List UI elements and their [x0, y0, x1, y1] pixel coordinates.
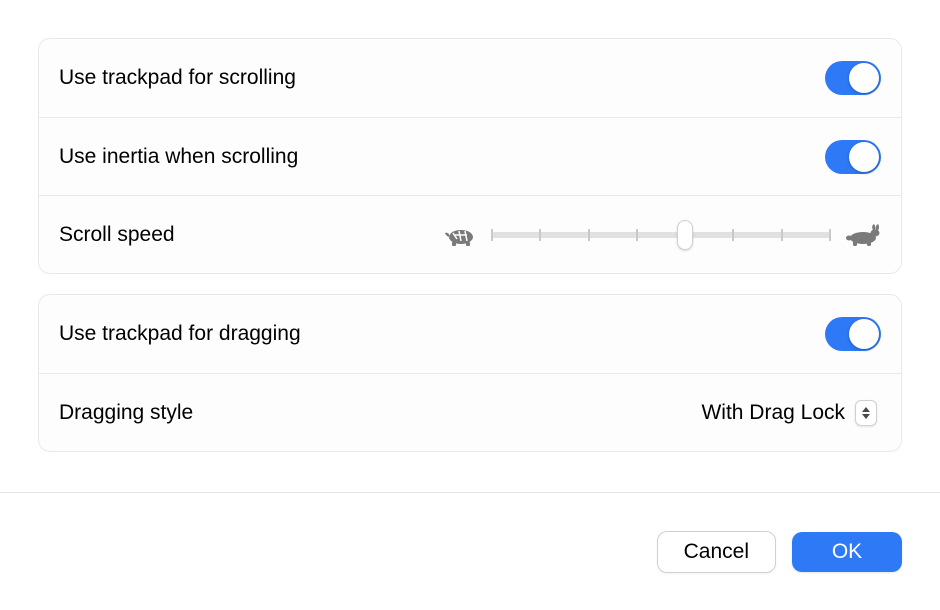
dragging-style-value: With Drag Lock	[701, 401, 845, 425]
cancel-button[interactable]: Cancel	[657, 531, 776, 573]
scroll-speed-slider[interactable]	[491, 220, 831, 250]
toggle-use-trackpad-dragging[interactable]	[825, 317, 881, 351]
toggle-use-trackpad-scrolling[interactable]	[825, 61, 881, 95]
scrolling-group: Use trackpad for scrolling Use inertia w…	[38, 38, 902, 274]
slider-thumb[interactable]	[677, 220, 693, 250]
slider-track	[491, 232, 831, 238]
row-inertia: Use inertia when scrolling	[39, 117, 901, 195]
row-use-trackpad-scrolling: Use trackpad for scrolling	[39, 39, 901, 117]
row-scroll-speed: Scroll speed	[39, 195, 901, 273]
row-use-trackpad-dragging: Use trackpad for dragging	[39, 295, 901, 373]
ok-button[interactable]: OK	[792, 532, 902, 572]
toggle-inertia[interactable]	[825, 140, 881, 174]
row-dragging-style: Dragging style With Drag Lock	[39, 373, 901, 451]
hare-icon	[843, 223, 881, 247]
label-dragging-style: Dragging style	[59, 401, 193, 425]
updown-icon	[855, 400, 877, 426]
dialog-footer: Cancel OK	[0, 492, 940, 610]
label-scroll-speed: Scroll speed	[59, 223, 175, 247]
dragging-style-select[interactable]: With Drag Lock	[691, 396, 881, 430]
tortoise-icon	[443, 223, 479, 247]
label-inertia: Use inertia when scrolling	[59, 145, 298, 169]
toggle-knob	[849, 63, 879, 93]
label-use-trackpad-dragging: Use trackpad for dragging	[59, 322, 301, 346]
dragging-group: Use trackpad for dragging Dragging style…	[38, 294, 902, 452]
toggle-knob	[849, 319, 879, 349]
toggle-knob	[849, 142, 879, 172]
label-use-trackpad-scrolling: Use trackpad for scrolling	[59, 66, 296, 90]
